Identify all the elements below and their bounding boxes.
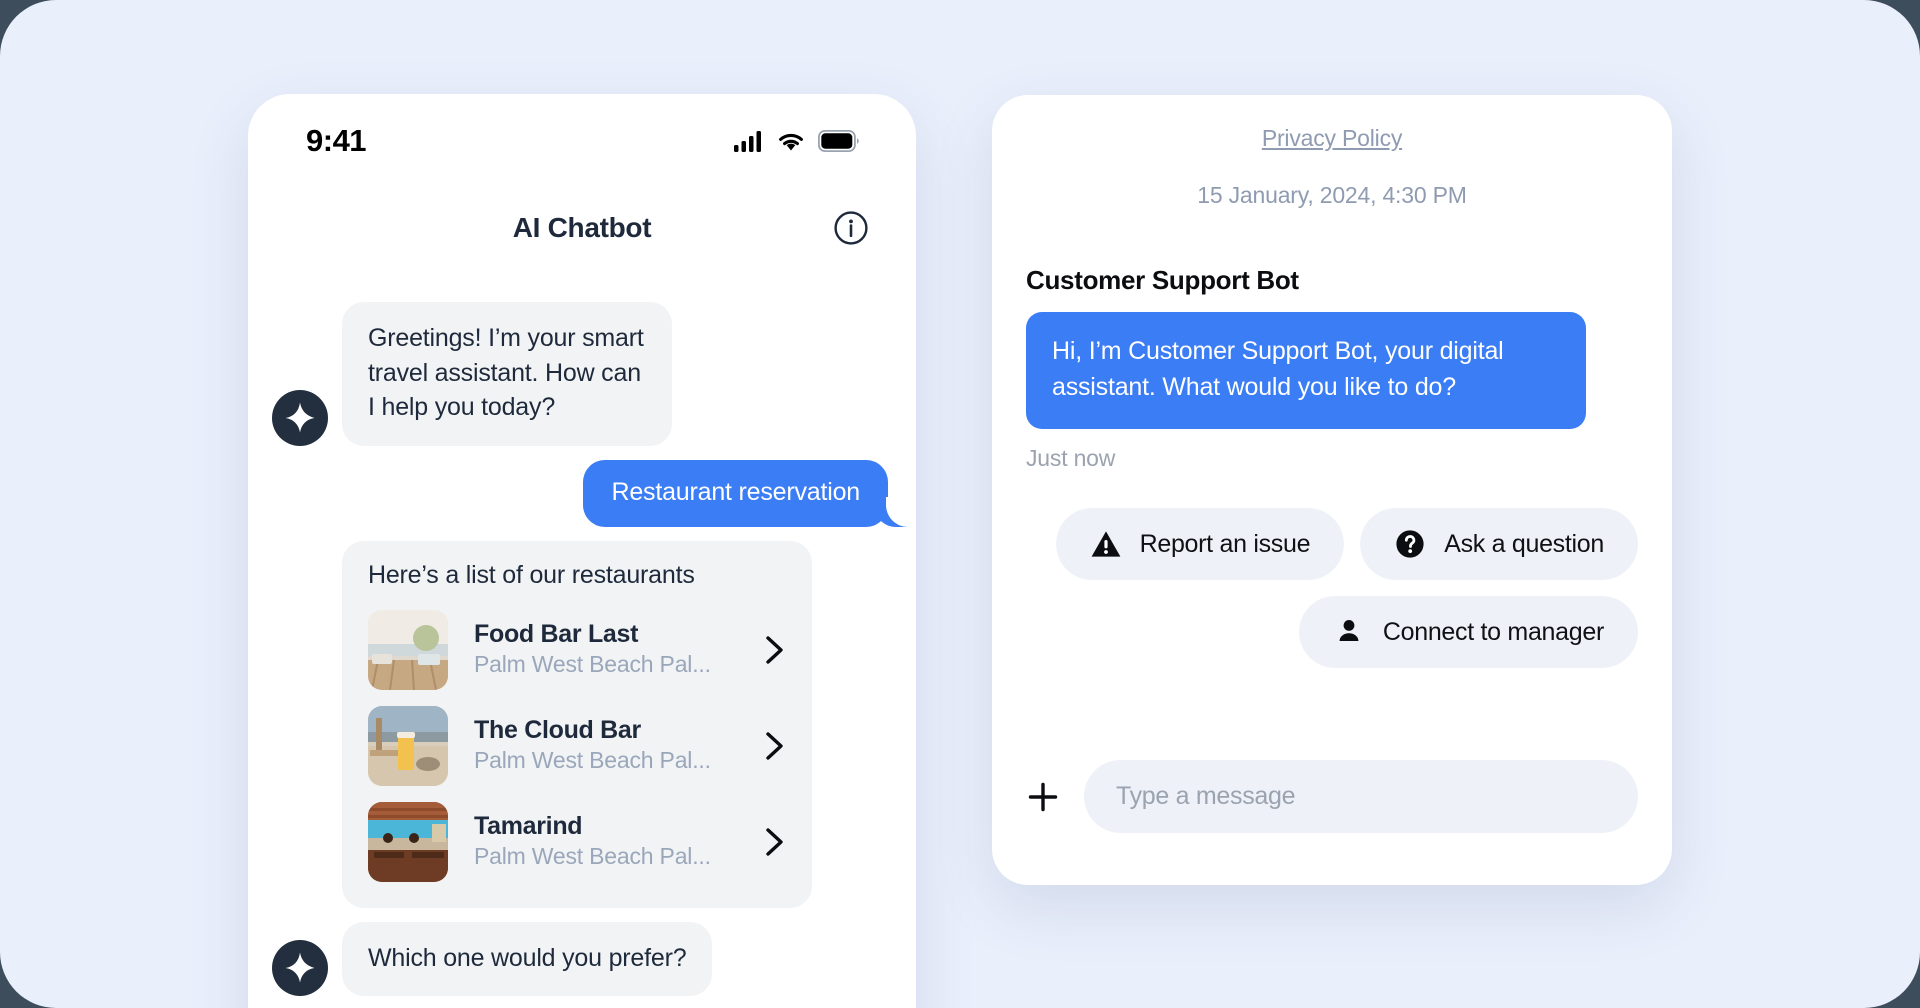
- chat-message-list: Greetings! I’m your smart travel assista…: [248, 282, 916, 1008]
- bot-message-bubble: Which one would you prefer?: [342, 921, 713, 996]
- restaurant-name: Food Bar Last: [474, 619, 639, 648]
- message-row-bot-closing: Which one would you prefer?: [248, 921, 916, 996]
- sparkle-avatar-icon: [272, 389, 328, 446]
- message-row-bot-greeting: Greetings! I’m your smart travel assista…: [248, 302, 916, 446]
- connect-to-manager-button[interactable]: Connect to manager: [1298, 596, 1638, 668]
- signal-bars-icon: [734, 131, 761, 152]
- bot-name-label: Customer Support Bot: [1026, 265, 1299, 295]
- restaurant-address: Palm West Beach Pal...: [474, 747, 711, 774]
- message-composer: [1026, 760, 1638, 833]
- restaurant-info: Tamarind Palm West Beach Pal...: [448, 811, 754, 872]
- action-label: Connect to manager: [1382, 617, 1604, 646]
- conversation-timestamp: 15 January, 2024, 4:30 PM: [1197, 182, 1467, 208]
- status-icons: [734, 130, 860, 152]
- restaurant-list-heading: Here’s a list of our restaurants: [368, 560, 695, 589]
- plus-icon[interactable]: [1026, 780, 1060, 814]
- restaurant-thumbnail: [368, 705, 448, 786]
- battery-icon: [818, 130, 859, 152]
- app-frame: 9:41 AI Chatbot Greetings! I’m your smar…: [0, 0, 1920, 1008]
- person-icon: [1339, 620, 1359, 641]
- status-bar: 9:41: [248, 118, 916, 164]
- privacy-policy-link[interactable]: Privacy Policy: [1026, 125, 1638, 152]
- restaurant-address: Palm West Beach Pal...: [474, 843, 711, 870]
- chevron-right-icon[interactable]: [764, 826, 786, 858]
- action-label: Report an issue: [1139, 529, 1311, 558]
- support-chat-card: Privacy Policy 15 January, 2024, 4:30 PM…: [992, 95, 1672, 885]
- action-label: Ask a question: [1444, 529, 1604, 558]
- list-item[interactable]: The Cloud Bar Palm West Beach Pal...: [342, 698, 812, 794]
- question-circle-icon: [1396, 530, 1424, 558]
- ask-a-question-button[interactable]: Ask a question: [1360, 508, 1638, 580]
- chevron-right-icon[interactable]: [764, 730, 786, 762]
- bot-message-bubble: Greetings! I’m your smart travel assista…: [342, 302, 672, 446]
- message-row-user: Restaurant reservation: [248, 459, 916, 527]
- status-time: 9:41: [306, 123, 367, 158]
- list-item[interactable]: Food Bar Last Palm West Beach Pal...: [342, 602, 812, 698]
- warning-triangle-icon: [1091, 531, 1120, 557]
- restaurant-info: Food Bar Last Palm West Beach Pal...: [448, 619, 754, 680]
- restaurant-list-card: Here’s a list of our restaurants Food Ba…: [342, 540, 812, 908]
- wifi-icon: [779, 133, 803, 151]
- restaurant-thumbnail: [368, 801, 448, 882]
- list-item[interactable]: Tamarind Palm West Beach Pal...: [342, 794, 812, 890]
- restaurant-address: Palm West Beach Pal...: [474, 651, 711, 678]
- info-icon[interactable]: [834, 211, 868, 245]
- chevron-right-icon[interactable]: [764, 634, 786, 666]
- report-an-issue-button[interactable]: Report an issue: [1055, 508, 1345, 580]
- user-message-text: Restaurant reservation: [611, 477, 860, 506]
- bot-greeting-bubble: Hi, I’m Customer Support Bot, your digit…: [1026, 312, 1586, 429]
- sparkle-avatar-icon: [272, 940, 328, 996]
- quick-action-list: Report an issue Ask a question Connect t…: [1026, 508, 1638, 668]
- phone-mockup-card: 9:41 AI Chatbot Greetings! I’m your smar…: [248, 94, 916, 1008]
- restaurant-info: The Cloud Bar Palm West Beach Pal...: [448, 715, 754, 776]
- message-row-restaurant-list: Here’s a list of our restaurants Food Ba…: [248, 540, 916, 908]
- message-input[interactable]: [1084, 760, 1638, 833]
- phone-header: AI Chatbot: [248, 196, 916, 260]
- restaurant-name: The Cloud Bar: [474, 715, 641, 744]
- restaurant-thumbnail: [368, 609, 448, 690]
- restaurant-name: Tamarind: [474, 811, 583, 840]
- page-title: AI Chatbot: [512, 212, 652, 243]
- message-sent-time: Just now: [1026, 445, 1116, 471]
- user-message-bubble: Restaurant reservation: [583, 459, 916, 527]
